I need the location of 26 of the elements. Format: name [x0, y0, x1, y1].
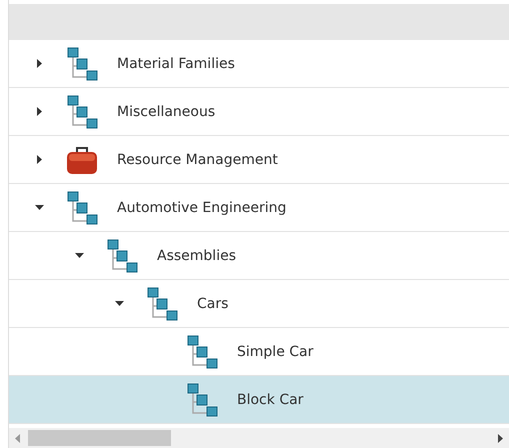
- expand-arrow-icon[interactable]: [36, 107, 42, 116]
- expand-arrow-icon[interactable]: [36, 59, 42, 68]
- hierarchy-icon: [66, 94, 98, 128]
- hierarchy-icon: [186, 382, 218, 416]
- tree-item-label: Block Car: [237, 392, 304, 408]
- collapse-arrow-icon[interactable]: [114, 301, 124, 306]
- horizontal-scrollbar[interactable]: [9, 428, 509, 448]
- hierarchy-icon: [106, 238, 138, 272]
- tree-item-label: Automotive Engineering: [117, 200, 286, 216]
- collapse-arrow-icon[interactable]: [74, 253, 84, 258]
- hierarchy-icon: [66, 190, 98, 224]
- scroll-thumb[interactable]: [28, 430, 171, 446]
- tree-item-label: Assemblies: [157, 248, 236, 264]
- tree-item-label: Simple Car: [237, 344, 314, 360]
- collapse-arrow-icon[interactable]: [34, 205, 44, 210]
- tree-item-label: Cars: [197, 296, 228, 312]
- scroll-right-icon[interactable]: [498, 434, 503, 442]
- tree-item-label: Miscellaneous: [117, 104, 216, 120]
- expand-arrow-icon[interactable]: [36, 155, 42, 164]
- tree-item-label: Material Families: [117, 56, 235, 72]
- hierarchy-icon: [66, 46, 98, 80]
- tree-row[interactable]: Block Car: [9, 376, 509, 424]
- hierarchy-icon: [186, 334, 218, 368]
- hierarchy-icon: [146, 286, 178, 320]
- toolbox-icon: [66, 144, 98, 174]
- tree-item-label: Resource Management: [117, 152, 278, 168]
